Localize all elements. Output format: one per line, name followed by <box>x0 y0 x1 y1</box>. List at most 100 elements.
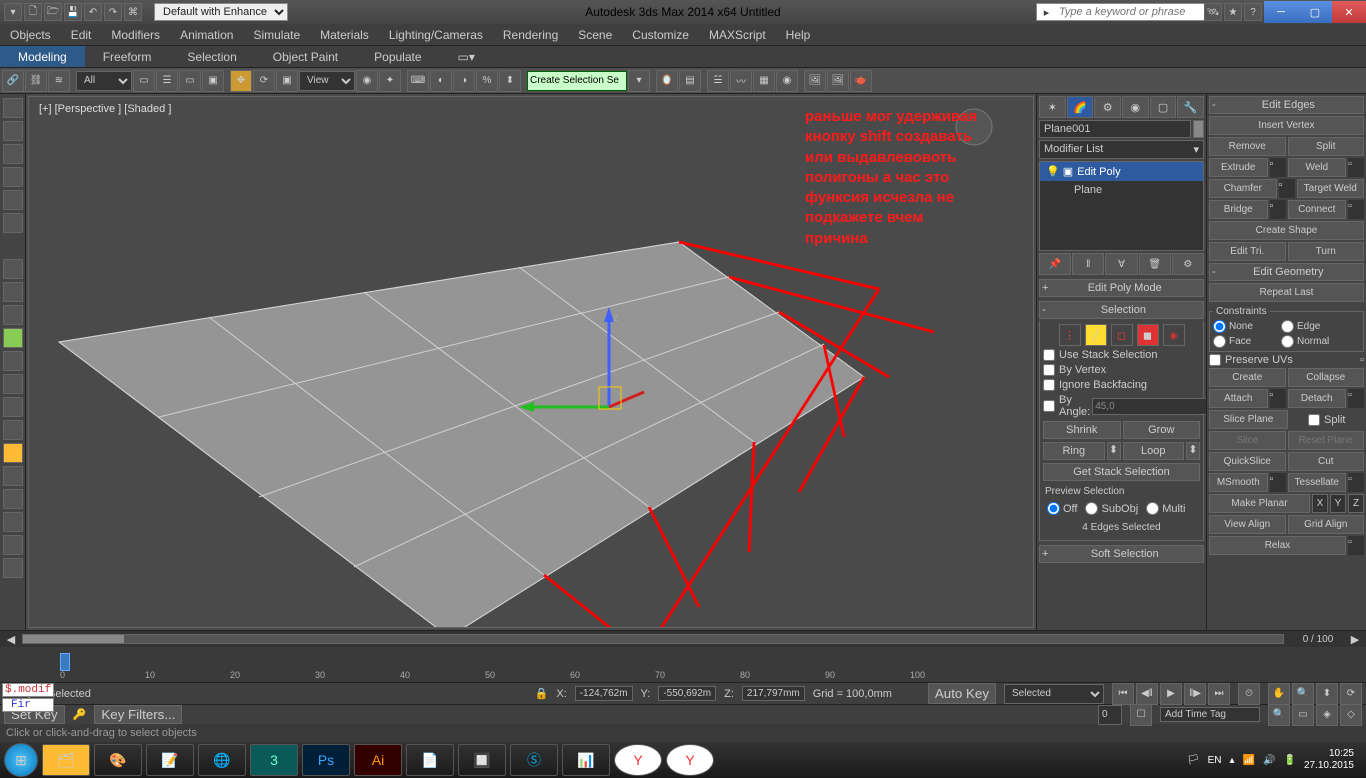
cp-display-icon[interactable]: ▢ <box>1150 96 1177 118</box>
tab-selection[interactable]: Selection <box>169 46 254 67</box>
ltool-11-icon[interactable] <box>3 351 23 371</box>
remove-mod-icon[interactable]: 🗑 <box>1139 253 1171 275</box>
tab-objectpaint[interactable]: Object Paint <box>255 46 356 67</box>
preview-subobj-radio[interactable]: SubObj <box>1085 502 1138 515</box>
use-stack-checkbox[interactable]: Use Stack Selection <box>1043 349 1200 361</box>
tray-lang[interactable]: EN <box>1208 755 1222 766</box>
render-icon[interactable]: 🫖 <box>850 70 872 92</box>
extrude-settings-icon[interactable]: ▫ <box>1270 158 1286 177</box>
motion-ltool-icon[interactable] <box>3 167 23 187</box>
config-mod-icon[interactable]: ⚙ <box>1172 253 1204 275</box>
create-ltool-icon[interactable] <box>3 98 23 118</box>
open-icon[interactable]: 🗁 <box>44 3 62 21</box>
ltool-10-icon[interactable] <box>3 328 23 348</box>
mirror-icon[interactable]: 🪞 <box>656 70 678 92</box>
rollout-soft-selection[interactable]: +Soft Selection <box>1039 545 1204 563</box>
pin-stack-icon[interactable]: 📌 <box>1039 253 1071 275</box>
task-explorer[interactable]: 🗂 <box>42 744 90 776</box>
msmooth-settings-icon[interactable]: ▫ <box>1270 473 1286 492</box>
bridge-settings-icon[interactable]: ▫ <box>1270 200 1286 219</box>
tray-network-icon[interactable]: 📶 <box>1243 755 1255 766</box>
preserve-uvs-checkbox[interactable]: Preserve UVs▫ <box>1209 354 1364 366</box>
coord-z-field[interactable]: 217,797mm <box>742 686 805 701</box>
key-filters-button[interactable]: Key Filters... <box>94 705 182 724</box>
edit-edges-header[interactable]: -Edit Edges <box>1209 96 1364 114</box>
tray-battery-icon[interactable]: 🔋 <box>1283 755 1295 766</box>
tab-freeform[interactable]: Freeform <box>85 46 170 67</box>
stack-plane[interactable]: Plane <box>1040 181 1203 199</box>
close-button[interactable]: ✕ <box>1332 1 1366 23</box>
ltool-20-icon[interactable] <box>3 558 23 578</box>
link-tool-icon[interactable]: 🔗 <box>2 70 24 92</box>
isolate-icon[interactable]: ☐ <box>1130 704 1152 726</box>
star-icon[interactable]: ★ <box>1224 3 1242 21</box>
workspace-dropdown[interactable]: Default with Enhance <box>154 3 288 21</box>
edit-geometry-header[interactable]: -Edit Geometry <box>1209 263 1364 281</box>
ltool-9-icon[interactable] <box>3 305 23 325</box>
cp-modify-icon[interactable]: 🌈 <box>1067 96 1094 118</box>
ltool-14-icon[interactable] <box>3 420 23 440</box>
menu-simulate[interactable]: Simulate <box>253 28 300 42</box>
repeat-last-button[interactable]: Repeat Last <box>1209 283 1364 302</box>
link-icon[interactable]: ⌘ <box>124 3 142 21</box>
split-button[interactable]: Split <box>1288 137 1365 156</box>
cut-button[interactable]: Cut <box>1288 452 1365 471</box>
play-icon[interactable]: ▶ <box>1160 683 1182 705</box>
attach-button[interactable]: Attach <box>1209 389 1268 408</box>
collapse-button[interactable]: Collapse <box>1288 368 1365 387</box>
task-skype[interactable]: Ⓢ <box>510 744 558 776</box>
schematic-icon[interactable]: ▦ <box>753 70 775 92</box>
new-icon[interactable]: 🗋 <box>24 3 42 21</box>
object-name-input[interactable] <box>1039 120 1191 138</box>
tray-clock[interactable]: 10:25 27.10.2015 <box>1304 748 1354 772</box>
tessellate-button[interactable]: Tessellate <box>1288 473 1347 492</box>
bind-icon[interactable]: ≋ <box>48 70 70 92</box>
window-crossing-icon[interactable]: ▣ <box>202 70 224 92</box>
selset-icon[interactable]: ▾ <box>628 70 650 92</box>
quickslice-button[interactable]: QuickSlice <box>1209 452 1286 471</box>
tab-populate[interactable]: Populate <box>356 46 439 67</box>
msmooth-button[interactable]: MSmooth <box>1209 473 1268 492</box>
task-yandex[interactable]: Y <box>614 744 662 776</box>
by-vertex-checkbox[interactable]: By Vertex <box>1043 364 1200 376</box>
timeline-scrollbar[interactable] <box>22 634 1284 644</box>
stack-editpoly[interactable]: 💡 ▣Edit Poly <box>1040 162 1203 181</box>
manipulate-icon[interactable]: ✦ <box>379 70 401 92</box>
coord-y-field[interactable]: -550,692m <box>658 686 716 701</box>
task-3dsmax[interactable]: 3 <box>250 744 298 776</box>
rollout-selection[interactable]: -Selection <box>1039 301 1204 319</box>
view-align-button[interactable]: View Align <box>1209 515 1286 534</box>
menu-help[interactable]: Help <box>786 28 811 42</box>
preview-off-radio[interactable]: Off <box>1047 502 1077 515</box>
maximize-button[interactable]: ▢ <box>1298 1 1332 23</box>
tessellate-settings-icon[interactable]: ▫ <box>1348 473 1364 492</box>
ltool-19-icon[interactable] <box>3 535 23 555</box>
relax-button[interactable]: Relax <box>1209 536 1346 555</box>
detach-button[interactable]: Detach <box>1288 389 1347 408</box>
task-app1[interactable]: 🔲 <box>458 744 506 776</box>
menu-animation[interactable]: Animation <box>180 28 233 42</box>
key-icon[interactable]: 🔑 <box>73 708 87 721</box>
tl-left-icon[interactable]: ◀ <box>4 633 18 646</box>
spinner-snap-icon[interactable]: ⬍ <box>499 70 521 92</box>
scale-tool-icon[interactable]: ▣ <box>276 70 298 92</box>
planar-y-button[interactable]: Y <box>1330 494 1346 513</box>
loop-button[interactable]: Loop <box>1123 442 1185 460</box>
prev-frame-icon[interactable]: ◀‖ <box>1136 683 1158 705</box>
preview-multi-radio[interactable]: Multi <box>1146 502 1185 515</box>
by-angle-checkbox[interactable]: By Angle: <box>1043 394 1090 418</box>
ltool-8-icon[interactable] <box>3 282 23 302</box>
add-time-tag-button[interactable]: Add Time Tag <box>1160 707 1260 722</box>
turn-button[interactable]: Turn <box>1288 242 1365 261</box>
named-selection-input[interactable] <box>527 71 627 91</box>
element-subobj-icon[interactable]: ◈ <box>1163 324 1185 346</box>
vertex-subobj-icon[interactable]: ⋮ <box>1059 324 1081 346</box>
remove-button[interactable]: Remove <box>1209 137 1286 156</box>
select-icon[interactable]: ▭ <box>133 70 155 92</box>
hier-ltool-icon[interactable] <box>3 144 23 164</box>
help-search[interactable]: ▸ <box>1036 3 1206 21</box>
move-tool-icon[interactable]: ✥ <box>230 70 252 92</box>
modify-ltool-icon[interactable] <box>3 121 23 141</box>
keyboard-icon[interactable]: ⌨ <box>407 70 429 92</box>
shrink-button[interactable]: Shrink <box>1043 421 1121 439</box>
